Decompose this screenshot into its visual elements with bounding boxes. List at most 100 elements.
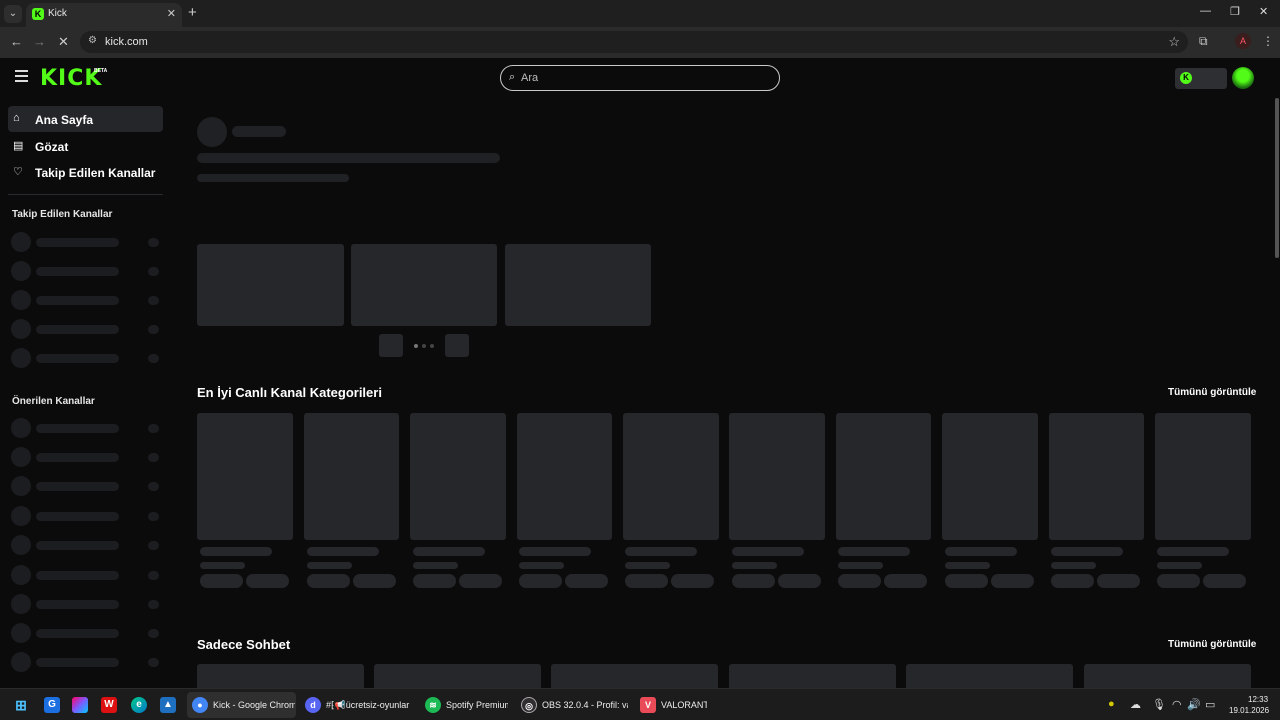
- kick-coin-icon: K: [1180, 72, 1192, 84]
- sidebar-divider: [8, 194, 163, 195]
- valorant-icon: V: [640, 697, 656, 713]
- hamburger-menu-icon[interactable]: [15, 70, 28, 82]
- kicks-balance-button[interactable]: K: [1175, 68, 1227, 89]
- carousel-next-button[interactable]: [445, 334, 469, 357]
- recommended-channel-skeleton: [11, 506, 161, 526]
- taskbar-app-obs[interactable]: ◎ OBS 32.0.4 - Profil: valo:: [516, 692, 631, 718]
- windows-start-icon[interactable]: ⊞: [13, 697, 29, 713]
- search-input[interactable]: [521, 69, 771, 87]
- categories-section-title: En İyi Canlı Kanal Kategorileri: [197, 385, 382, 400]
- browser-tab[interactable]: K Kick ✕: [26, 3, 182, 27]
- bookmark-star-icon[interactable]: ☆: [1168, 34, 1180, 50]
- stream-card-skeleton[interactable]: [551, 664, 718, 688]
- profile-avatar[interactable]: A: [1235, 33, 1251, 49]
- tab-title: Kick: [48, 8, 67, 19]
- edge-icon[interactable]: e: [131, 697, 147, 713]
- obs-icon: ◎: [521, 697, 537, 713]
- search-box[interactable]: ⌕: [500, 65, 780, 91]
- browse-icon: ▤: [13, 140, 24, 152]
- sidebar-item-label: Takip Edilen Kanallar: [35, 166, 156, 180]
- tray-app-icon[interactable]: ●: [1108, 698, 1115, 710]
- stream-card-skeleton[interactable]: [374, 664, 541, 688]
- search-icon: ⌕: [509, 71, 516, 83]
- featured-title-skeleton: [197, 153, 500, 163]
- more-menu-icon[interactable]: ⋮: [1262, 34, 1274, 48]
- app-icon[interactable]: G: [44, 697, 60, 713]
- chat-only-section-title: Sadece Sohbet: [197, 637, 291, 652]
- stream-card-skeleton[interactable]: [197, 664, 364, 688]
- recommended-channel-skeleton: [11, 476, 161, 496]
- chat-only-see-all-link[interactable]: Tümünü görüntüle: [1168, 639, 1256, 650]
- restore-icon[interactable]: ❐: [1230, 5, 1240, 18]
- site-header: KICK BETA ⌕ K: [0, 58, 1280, 98]
- discord-icon: d: [305, 697, 321, 713]
- sidebar-item-label: Gözat: [35, 140, 69, 154]
- heart-icon: ♡: [13, 166, 23, 178]
- followed-channel-skeleton: [11, 319, 161, 339]
- stream-card-skeleton[interactable]: [1084, 664, 1251, 688]
- carousel-card-skeleton[interactable]: [351, 244, 497, 326]
- followed-channel-skeleton: [11, 232, 161, 252]
- window-close-icon[interactable]: ✕: [1259, 5, 1268, 18]
- featured-name-skeleton: [232, 126, 286, 137]
- taskbar-app-label: VALORANT: [661, 700, 707, 710]
- carousel-card-skeleton[interactable]: [505, 244, 651, 326]
- volume-icon[interactable]: 🔊: [1187, 698, 1201, 711]
- stream-card-skeleton[interactable]: [729, 664, 896, 688]
- home-icon: ⌂: [13, 112, 20, 124]
- copilot-icon[interactable]: [72, 697, 88, 713]
- tab-close-icon[interactable]: ✕: [167, 7, 176, 20]
- sidebar-item-browse[interactable]: ▤ Gözat: [8, 133, 163, 159]
- followed-channels-heading: Takip Edilen Kanallar: [12, 209, 113, 220]
- taskbar-app-discord[interactable]: d #⁅📢ücretsiz-oyunlar |: [300, 692, 416, 718]
- categories-see-all-link[interactable]: Tümünü görüntüle: [1168, 387, 1256, 398]
- carousel-card-skeleton[interactable]: [197, 244, 344, 326]
- taskbar-app-label: OBS 32.0.4 - Profil: valo:: [542, 700, 628, 710]
- recommended-channel-skeleton: [11, 418, 161, 438]
- carousel-dot[interactable]: [422, 344, 426, 348]
- featured-meta-skeleton: [197, 174, 349, 182]
- microphone-icon[interactable]: 🎙: [1152, 698, 1166, 711]
- tab-search-button[interactable]: ⌄: [4, 5, 22, 23]
- kick-favicon-icon: K: [32, 8, 44, 20]
- browser-tab-bar: ⌄ K Kick ✕ + — ❐ ✕: [0, 0, 1280, 27]
- main-content: En İyi Canlı Kanal Kategorileri Tümünü g…: [170, 98, 1280, 688]
- minimize-icon[interactable]: —: [1200, 5, 1211, 17]
- taskbar-app-spotify[interactable]: ≋ Spotify Premium: [420, 692, 512, 718]
- cloud-icon[interactable]: ☁: [1130, 698, 1141, 711]
- address-bar[interactable]: ⚙ kick.com ☆: [80, 31, 1188, 53]
- recommended-channel-skeleton: [11, 535, 161, 555]
- stream-card-skeleton[interactable]: [906, 664, 1073, 688]
- recommended-channel-skeleton: [11, 594, 161, 614]
- chrome-icon: ●: [192, 697, 208, 713]
- followed-channel-skeleton: [11, 261, 161, 281]
- sidebar-item-label: Ana Sayfa: [35, 113, 94, 127]
- forward-icon[interactable]: →: [33, 34, 46, 49]
- site-info-icon[interactable]: ⚙: [88, 35, 97, 46]
- sidebar: ⌂ Ana Sayfa ▤ Gözat ♡ Takip Edilen Kanal…: [0, 98, 170, 688]
- sidebar-item-home[interactable]: ⌂ Ana Sayfa: [8, 106, 163, 132]
- carousel-prev-button[interactable]: [379, 334, 403, 357]
- carousel-dot[interactable]: [414, 344, 418, 348]
- photos-icon[interactable]: ▲: [160, 697, 176, 713]
- stop-loading-icon[interactable]: ✕: [58, 34, 69, 50]
- new-tab-button[interactable]: +: [188, 4, 197, 21]
- extensions-icon[interactable]: ⧉: [1199, 34, 1208, 49]
- back-icon[interactable]: ←: [10, 34, 23, 49]
- url-text[interactable]: kick.com: [105, 36, 148, 48]
- recommended-channel-skeleton: [11, 447, 161, 467]
- recommended-channel-skeleton: [11, 565, 161, 585]
- taskbar-app-chrome[interactable]: ● Kick - Google Chrome: [187, 692, 296, 718]
- wifi-icon[interactable]: ◠: [1172, 698, 1182, 711]
- user-avatar[interactable]: [1232, 67, 1254, 89]
- beta-badge: BETA: [94, 68, 108, 74]
- carousel-dot[interactable]: [430, 344, 434, 348]
- wps-office-icon[interactable]: W: [101, 697, 117, 713]
- taskbar-app-valorant[interactable]: V VALORANT: [635, 692, 710, 718]
- battery-icon[interactable]: ▭: [1205, 698, 1215, 711]
- page-scrollbar[interactable]: [1275, 98, 1279, 258]
- recommended-channel-skeleton: [11, 652, 161, 672]
- clock-date[interactable]: 19.01.2026: [1229, 706, 1269, 715]
- clock-time[interactable]: 12:33: [1248, 695, 1268, 704]
- sidebar-item-following[interactable]: ♡ Takip Edilen Kanallar: [8, 159, 163, 185]
